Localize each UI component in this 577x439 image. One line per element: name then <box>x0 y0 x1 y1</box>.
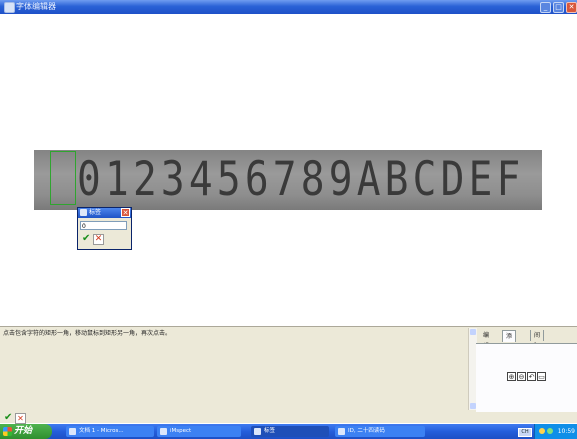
clock: 10:59 <box>557 428 575 435</box>
taskbar-item-label: ID, 二十四读码 <box>348 428 385 434</box>
ok-button[interactable]: ✔ <box>4 412 12 423</box>
taskbar-item-label: 文档 1 - Micros... <box>79 428 124 434</box>
hint-text: 点击包含字符的矩形一角，移动鼠标到矩形另一角，再次点击。 <box>3 330 172 337</box>
tray-icon-2[interactable] <box>547 428 553 434</box>
window-title: 字体编辑器 <box>16 2 56 11</box>
hint-area: 点击包含字符的矩形一角，移动鼠标到矩形另一角，再次点击。 <box>0 327 470 411</box>
open-folder-icon[interactable]: ▭ <box>537 372 546 381</box>
system-tray: 10:59 <box>534 424 577 439</box>
label-cancel-button[interactable]: ✕ <box>93 234 104 245</box>
image-canvas[interactable]: 0123456789ABCDEF <box>0 14 577 326</box>
tab-add[interactable]: 添加 <box>502 330 517 351</box>
minimize-button[interactable]: _ <box>540 2 551 13</box>
taskbar-item-barcode[interactable]: ID, 二十四读码 <box>335 426 425 437</box>
start-label: 开始 <box>14 426 33 436</box>
zoom-out-icon[interactable]: ⊖ <box>517 372 526 381</box>
start-button[interactable]: 开始 <box>0 424 52 439</box>
bottom-panel: 点击包含字符的矩形一角，移动鼠标到矩形另一角，再次点击。 编辑 添加 间隔 ⊕ … <box>0 326 577 413</box>
scroll-up-icon[interactable] <box>470 329 476 335</box>
footer-actions: ✔ ✕ <box>0 412 577 424</box>
label-app-icon <box>254 428 261 435</box>
selection-rectangle[interactable] <box>50 151 76 205</box>
app-icon <box>4 2 15 13</box>
taskbar-item-label: 标签 <box>264 428 276 434</box>
tray-icon-1[interactable] <box>539 428 545 434</box>
input-language-indicator[interactable]: CH <box>518 428 532 437</box>
tab-edit[interactable]: 编辑 <box>480 330 492 350</box>
barcode-app-icon <box>338 428 345 435</box>
label-dialog: 标签 ✕ 0 ✔ ✕ <box>77 207 132 250</box>
title-bar: 字体编辑器 _ □ ✕ <box>0 0 577 14</box>
imspect-icon <box>160 428 167 435</box>
zoom-in-icon[interactable]: ⊕ <box>507 372 516 381</box>
maximize-button[interactable]: □ <box>553 2 564 13</box>
taskbar-item-imspect[interactable]: iMspect <box>157 426 241 437</box>
tab-spacing[interactable]: 间隔 <box>530 330 545 350</box>
label-dialog-title: 标签 <box>89 209 102 216</box>
taskbar: 开始 文档 1 - Micros... iMspect 标签 ID, 二十四读码… <box>0 424 577 439</box>
taskbar-item-label: iMspect <box>170 428 192 434</box>
label-input[interactable]: 0 <box>80 221 127 230</box>
taskbar-item-word[interactable]: 文档 1 - Micros... <box>66 426 154 437</box>
cancel-button[interactable]: ✕ <box>15 413 26 424</box>
label-dialog-close-button[interactable]: ✕ <box>121 208 130 217</box>
undo-icon[interactable]: ↶ <box>527 372 536 381</box>
close-button[interactable]: ✕ <box>566 2 577 13</box>
tab-panel: ⊕ ⊖ ↶ ▭ <box>476 343 577 412</box>
font-image-glyphs: 0123456789ABCDEF <box>77 152 525 207</box>
windows-logo-icon <box>3 427 12 436</box>
taskbar-item-label-dialog[interactable]: 标签 <box>251 426 329 437</box>
label-dialog-titlebar: 标签 ✕ <box>78 208 131 218</box>
word-doc-icon <box>69 428 76 435</box>
font-image-strip[interactable]: 0123456789ABCDEF <box>34 150 542 210</box>
label-icon <box>80 209 87 216</box>
label-ok-button[interactable]: ✔ <box>82 234 92 244</box>
